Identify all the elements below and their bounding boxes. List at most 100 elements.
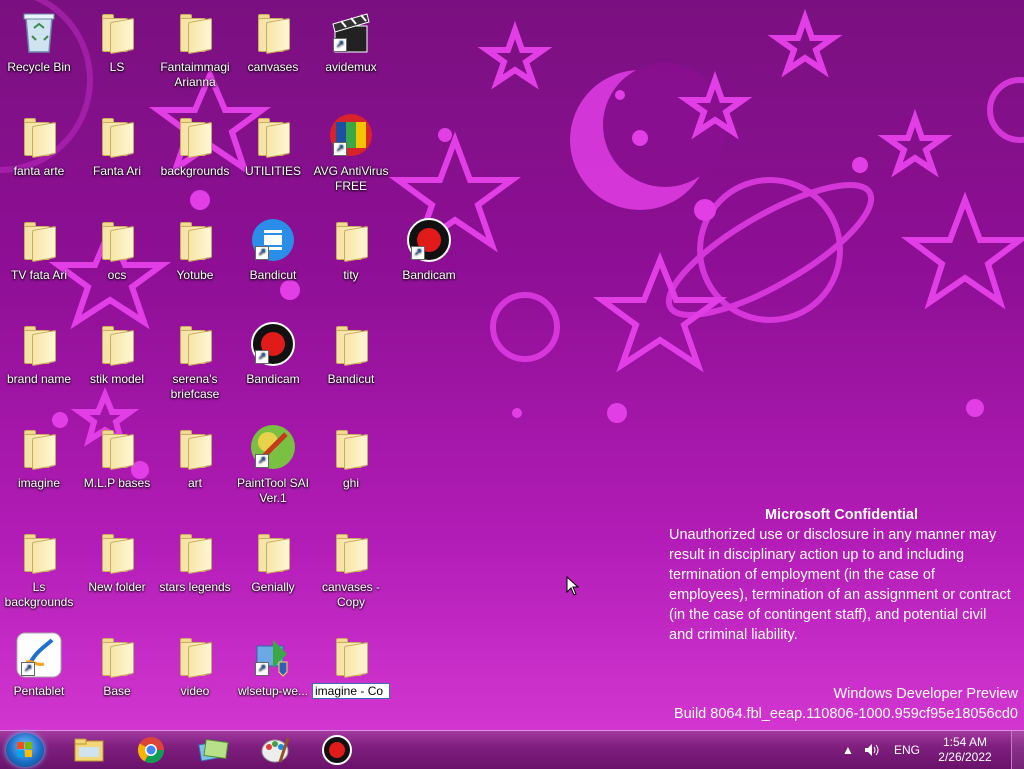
desktop-icon-fantaimmagi-arianna[interactable]: Fantaimmagi Arianna [157, 6, 233, 90]
folder-icon [327, 422, 375, 471]
desktop-icon-canvases[interactable]: canvases [235, 6, 311, 75]
desktop-icon-utilities[interactable]: UTILITIES [235, 110, 311, 179]
desktop-icon-tity[interactable]: tity [313, 214, 389, 283]
desktop-icon-tv-fata-ari[interactable]: TV fata Ari [1, 214, 77, 283]
start-button[interactable] [6, 733, 44, 767]
desktop-icon-genially[interactable]: Genially [235, 526, 311, 595]
icon-label: Bandicut [249, 268, 297, 282]
clock[interactable]: 1:54 AM 2/26/2022 [930, 731, 1000, 769]
desktop-icon-stik-model[interactable]: stik model [79, 318, 155, 387]
volume-button[interactable] [864, 731, 880, 769]
folder-icon [249, 110, 297, 159]
shortcut-arrow-icon: ↗ [255, 454, 269, 468]
desktop-icon-serenas-briefcase[interactable]: serena's briefcase [157, 318, 233, 402]
language-indicator[interactable]: ENG [894, 731, 920, 769]
folder-icon [327, 318, 375, 367]
folder-icon [171, 110, 219, 159]
folder-icon [171, 526, 219, 575]
icon-label: tity [343, 268, 359, 282]
mouse-cursor-icon [566, 576, 580, 596]
icon-label: serena's briefcase [170, 372, 220, 401]
pentablet-icon: ↗ [15, 630, 63, 678]
folder-icon [171, 318, 219, 367]
icon-label: fanta arte [13, 164, 65, 178]
desktop-icon-stars-legends[interactable]: stars legends [157, 526, 233, 595]
shortcut-arrow-icon: ↗ [333, 142, 347, 156]
volume-icon [865, 744, 879, 756]
desktop-icon-avidemux[interactable]: ↗ avidemux [313, 6, 389, 75]
desktop-icon-imagine-copy[interactable] [313, 630, 389, 679]
folder-icon [327, 214, 375, 263]
wlsetup-icon: ↗ [249, 630, 297, 678]
desktop-icon-wlsetup[interactable]: ↗ wlsetup-we... [235, 630, 311, 699]
icon-label: Base [103, 684, 131, 698]
desktop-icon-fanta-arte[interactable]: fanta arte [1, 110, 77, 179]
desktop-icon-backgrounds[interactable]: backgrounds [157, 110, 233, 179]
windows-logo-icon [17, 742, 32, 757]
shortcut-arrow-icon: ↗ [21, 662, 35, 676]
chrome-icon [137, 737, 165, 764]
desktop-icon-mlp-bases[interactable]: M.L.P bases [79, 422, 155, 491]
desktop-icon-imagine[interactable]: imagine [1, 422, 77, 491]
desktop-icon-bandicut-folder[interactable]: Bandicut [313, 318, 389, 387]
desktop-icon-bandicam-2[interactable]: ↗ Bandicam [235, 318, 311, 387]
chevron-up-icon: ▲ [842, 743, 854, 757]
icon-label: imagine [17, 476, 61, 490]
icon-label: Yotube [176, 268, 214, 282]
desktop-icon-painttool-sai[interactable]: ↗ PaintTool SAI Ver.1 [235, 422, 311, 506]
desktop-icon-video[interactable]: video [157, 630, 233, 699]
icon-label: Fanta Ari [92, 164, 142, 178]
desktop-icon-pentablet[interactable]: ↗ Pentablet [1, 630, 77, 699]
taskbar-photo-viewer[interactable] [188, 734, 238, 766]
shortcut-arrow-icon: ↗ [255, 662, 269, 676]
build-watermark: Windows Developer Preview Build 8064.fbl… [674, 684, 1018, 724]
folder-icon [171, 422, 219, 471]
desktop-icon-bandicut[interactable]: ↗ Bandicut [235, 214, 311, 283]
folder-icon [15, 526, 63, 575]
confidential-body: Unauthorized use or disclosure in any ma… [669, 527, 1011, 643]
desktop-icon-art[interactable]: art [157, 422, 233, 491]
icon-label: avidemux [325, 60, 377, 74]
taskbar: ▲ ENG 1:54 AM 2/26/2022 [0, 730, 1024, 769]
desktop-icon-brand-name[interactable]: brand name [1, 318, 77, 387]
icon-label: wlsetup-we... [237, 684, 309, 698]
desktop-icon-ls-backgrounds[interactable]: Ls backgrounds [1, 526, 77, 610]
icon-label: brand name [6, 372, 72, 386]
desktop-icon-ls[interactable]: LS [79, 6, 155, 75]
icon-label: canvases - Copy [321, 580, 381, 609]
show-desktop-button[interactable] [1011, 731, 1024, 769]
desktop-icon-ghi[interactable]: ghi [313, 422, 389, 491]
desktop-icon-avg-antivirus[interactable]: ↗ AVG AntiVirus FREE [313, 110, 389, 194]
icon-label: PaintTool SAI Ver.1 [236, 476, 310, 505]
folder-icon [249, 6, 297, 55]
taskbar-chrome[interactable] [126, 734, 176, 766]
folder-icon [93, 214, 141, 263]
desktop-icon-recycle-bin[interactable]: Recycle Bin [1, 6, 77, 75]
desktop-icon-canvases-copy[interactable]: canvases - Copy [313, 526, 389, 610]
system-tray: ▲ ENG 1:54 AM 2/26/2022 [834, 731, 1024, 769]
painttool-sai-icon: ↗ [249, 422, 297, 470]
shortcut-arrow-icon: ↗ [255, 246, 269, 260]
desktop-icon-new-folder[interactable]: New folder [79, 526, 155, 595]
icon-label: ghi [342, 476, 359, 490]
taskbar-paint[interactable] [250, 734, 300, 766]
icon-label: Genially [251, 580, 295, 594]
icon-label: AVG AntiVirus FREE [313, 164, 389, 193]
taskbar-file-explorer[interactable] [64, 734, 114, 766]
bandicam-icon: ↗ [249, 318, 297, 366]
show-hidden-icons-button[interactable]: ▲ [842, 731, 854, 769]
confidential-notice: Microsoft Confidential Unauthorized use … [669, 505, 1014, 645]
folder-icon [249, 526, 297, 575]
desktop-icon-base[interactable]: Base [79, 630, 155, 699]
desktop-icon-bandicam[interactable]: ↗ Bandicam [391, 214, 467, 283]
taskbar-bandicam[interactable] [312, 734, 362, 766]
icon-label: TV fata Ari [10, 268, 68, 282]
confidential-title: Microsoft Confidential [764, 507, 919, 523]
rename-input[interactable] [312, 683, 390, 699]
bandicam-icon [322, 735, 352, 765]
desktop-icon-ocs[interactable]: ocs [79, 214, 155, 283]
desktop-icon-fanta-ari[interactable]: Fanta Ari [79, 110, 155, 179]
desktop-icon-yotube[interactable]: Yotube [157, 214, 233, 283]
folder-icon [327, 630, 375, 679]
folder-icon [15, 214, 63, 263]
